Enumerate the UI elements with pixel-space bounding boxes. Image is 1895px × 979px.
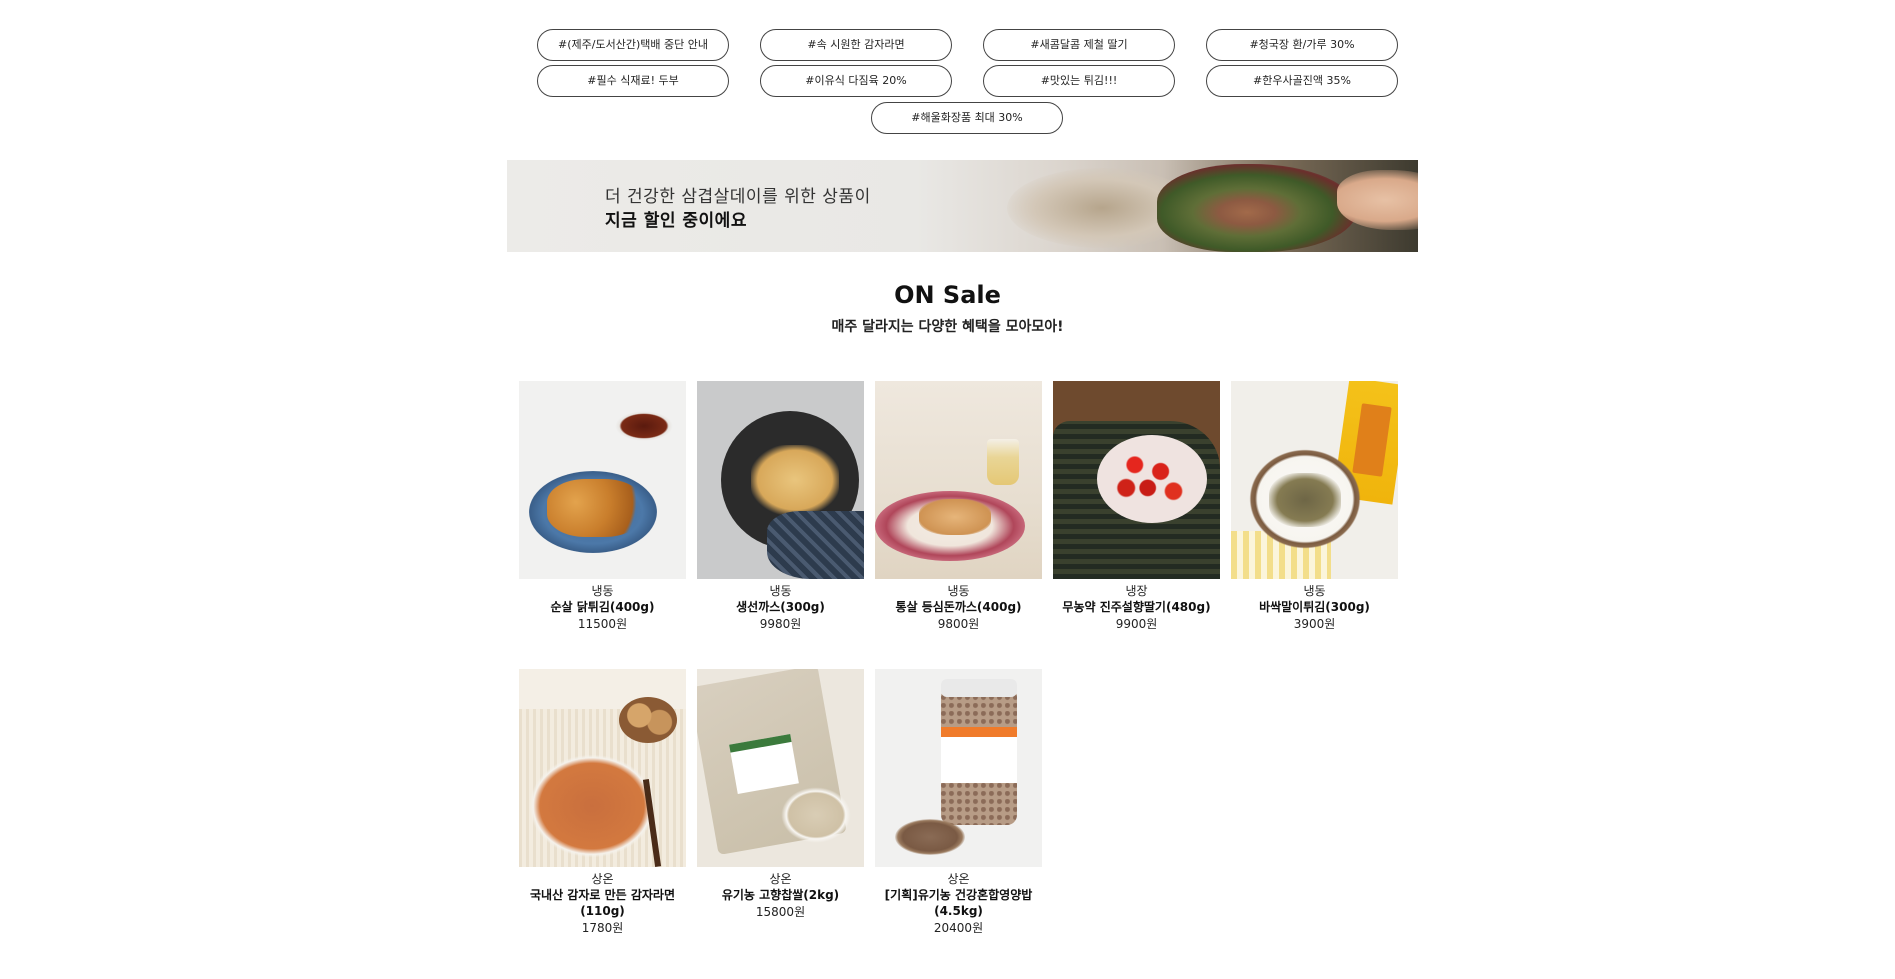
product-card[interactable]: 냉동 통살 등심돈까스(400g) 9800원 xyxy=(875,381,1042,632)
product-category: 상온 xyxy=(947,872,970,886)
napkin-graphic xyxy=(767,511,864,579)
product-price: 11500원 xyxy=(577,617,628,631)
jar-label-graphic xyxy=(941,727,1017,783)
product-card[interactable]: 냉장 무농약 진주설향딸기(480g) 9900원 xyxy=(1053,381,1220,632)
product-category: 냉장 xyxy=(1125,584,1148,598)
grain-bowl-graphic xyxy=(895,819,965,855)
product-price: 9900원 xyxy=(1115,617,1158,631)
sauce-bowl-graphic xyxy=(615,411,673,441)
hashtag-button[interactable]: #한우사골진액 35% xyxy=(1206,65,1398,97)
product-image-strawberry[interactable] xyxy=(1053,381,1220,579)
product-image-mixed-grain-rice[interactable] xyxy=(875,669,1042,867)
banner-subheadline: 지금 할인 중이에요 xyxy=(605,211,747,231)
banner-lettuce-wrap-image xyxy=(1157,164,1357,252)
product-price: 9800원 xyxy=(937,617,980,631)
product-name[interactable]: [기획]유기농 건강혼합영양밥(4.5kg) xyxy=(875,887,1042,919)
hashtag-button[interactable]: #새콤달콤 제철 딸기 xyxy=(983,29,1175,61)
product-price: 1780원 xyxy=(581,921,624,935)
product-card[interactable]: 상온 [기획]유기농 건강혼합영양밥(4.5kg) 20400원 xyxy=(875,669,1042,936)
product-name[interactable]: 생선까스(300g) xyxy=(697,599,864,615)
product-category: 냉동 xyxy=(1303,584,1326,598)
product-name[interactable]: 통살 등심돈까스(400g) xyxy=(875,599,1042,615)
product-name[interactable]: 바싹말이튀김(300g) xyxy=(1231,599,1398,615)
product-name[interactable]: 유기농 고향찹쌀(2kg) xyxy=(697,887,864,903)
product-name[interactable]: 무농약 진주설향딸기(480g) xyxy=(1053,599,1220,615)
product-card[interactable]: 냉동 생선까스(300g) 9980원 xyxy=(697,381,864,632)
product-image-potato-ramen[interactable] xyxy=(519,669,686,867)
product-category: 냉동 xyxy=(769,584,792,598)
section-subtitle: 매주 달라지는 다양한 혜택을 모아모아! xyxy=(831,319,1064,335)
product-image-seaweed-roll-fritter[interactable] xyxy=(1231,381,1398,579)
hashtag-button[interactable]: #속 시원한 감자라면 xyxy=(760,29,952,61)
banner-headline: 더 건강한 삼겹살데이를 위한 상품이 xyxy=(605,187,871,207)
product-category: 상온 xyxy=(769,872,792,886)
product-image-glutinous-rice[interactable] xyxy=(697,669,864,867)
strawberries-graphic xyxy=(1109,445,1195,511)
product-name[interactable]: 국내산 감자로 만든 감자라면(110g) xyxy=(519,887,686,919)
fish-cutlet-graphic xyxy=(751,445,839,515)
product-image-fish-cutlet[interactable] xyxy=(697,381,864,579)
ramen-bowl-graphic xyxy=(525,751,659,861)
hashtag-button[interactable]: #해울화장품 최대 30% xyxy=(871,102,1063,134)
hashtag-button[interactable]: #맛있는 튀김!!! xyxy=(983,65,1175,97)
product-category: 냉동 xyxy=(947,584,970,598)
product-price: 20400원 xyxy=(933,921,984,935)
product-card[interactable]: 냉동 순살 닭튀김(400g) 11500원 xyxy=(519,381,686,632)
product-card[interactable]: 상온 국내산 감자로 만든 감자라면(110g) 1780원 xyxy=(519,669,686,936)
fritter-graphic xyxy=(1269,473,1341,527)
potatoes-graphic xyxy=(619,697,677,743)
rice-bowl-graphic xyxy=(781,787,851,843)
section-title: ON Sale xyxy=(894,281,1001,309)
product-category: 상온 xyxy=(591,872,614,886)
hashtag-button[interactable]: #이유식 다짐육 20% xyxy=(760,65,952,97)
pork-cutlet-graphic xyxy=(919,499,991,535)
hashtag-button[interactable]: #청국장 환/가루 30% xyxy=(1206,29,1398,61)
fried-chicken-graphic xyxy=(547,479,643,537)
product-card[interactable]: 상온 유기농 고향찹쌀(2kg) 15800원 xyxy=(697,669,864,920)
product-name[interactable]: 순살 닭튀김(400g) xyxy=(519,599,686,615)
hashtag-button[interactable]: #(제주/도서산간)택배 중단 안내 xyxy=(537,29,729,61)
hashtag-button[interactable]: #필수 식재료! 두부 xyxy=(537,65,729,97)
jar-lid-graphic xyxy=(941,679,1017,697)
product-price: 15800원 xyxy=(755,905,806,919)
product-image-pork-cutlet[interactable] xyxy=(875,381,1042,579)
product-category: 냉동 xyxy=(591,584,614,598)
product-image-fried-chicken[interactable] xyxy=(519,381,686,579)
bag-label-graphic xyxy=(729,733,799,795)
drink-glass-graphic xyxy=(987,439,1019,485)
product-price: 3900원 xyxy=(1293,617,1336,631)
product-card[interactable]: 냉동 바싹말이튀김(300g) 3900원 xyxy=(1231,381,1398,632)
product-price: 9980원 xyxy=(759,617,802,631)
promo-banner[interactable]: 더 건강한 삼겹살데이를 위한 상품이 지금 할인 중이에요 xyxy=(507,160,1418,252)
